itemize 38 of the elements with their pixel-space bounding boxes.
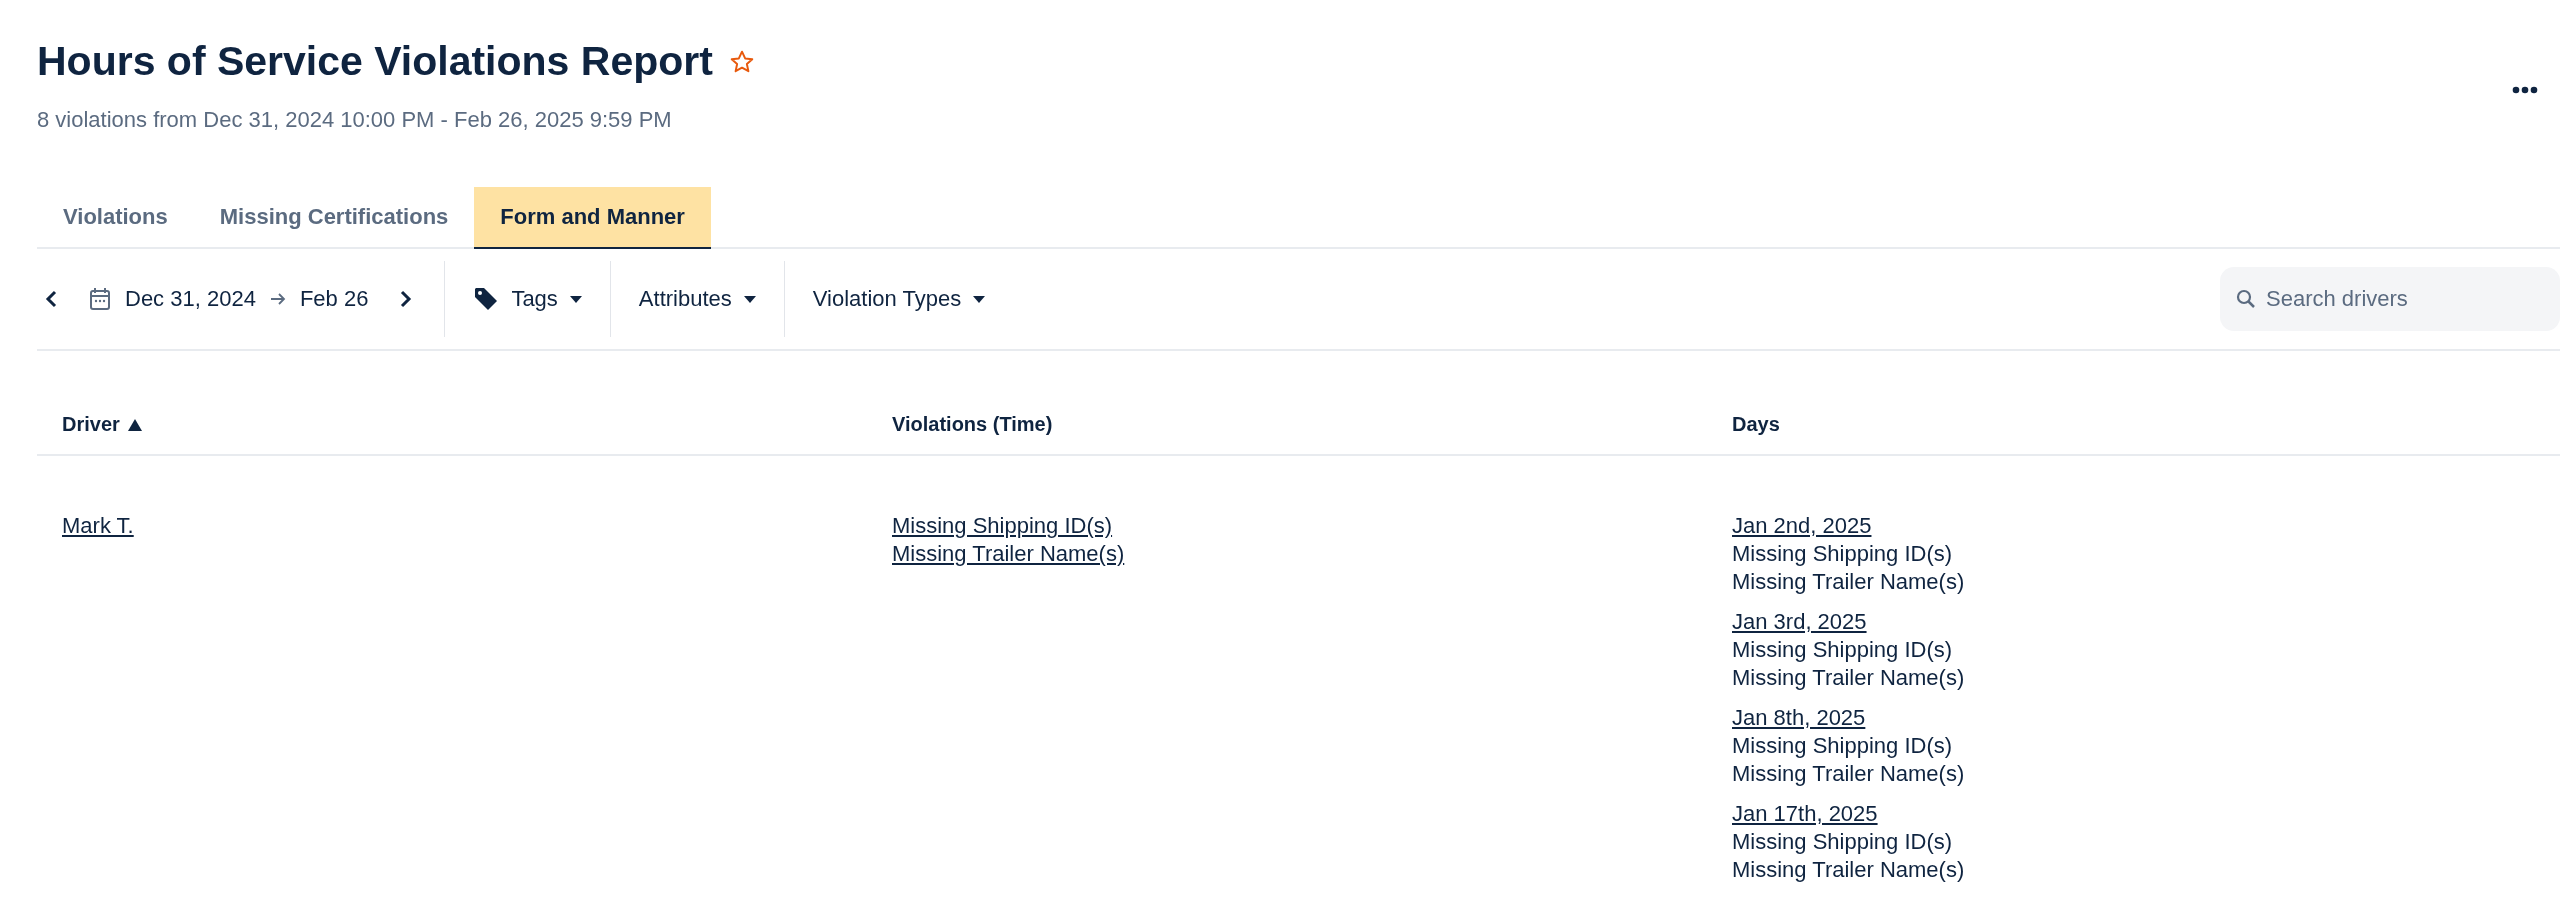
day-link[interactable]: Jan 17th, 2025 (1732, 800, 1878, 828)
page-title: Hours of Service Violations Report (37, 38, 713, 85)
start-date[interactable]: Dec 31, 2024 (125, 286, 256, 312)
column-header: Days (1732, 413, 1780, 436)
violation-text: Missing Shipping ID(s) (1732, 732, 1953, 760)
driver-link[interactable]: Mark T. (62, 512, 134, 540)
violation-text: Missing Trailer Name(s) (1732, 664, 1965, 692)
violation-text: Missing Trailer Name(s) (1732, 568, 1965, 596)
filter-dropdown[interactable]: Violation Types (784, 278, 1014, 320)
report-subtitle: 8 violations from Dec 31, 2024 10:00 PM - Feb 26, 2025 9:59 PM (37, 107, 672, 133)
search-field[interactable]: Search drivers (2220, 267, 2560, 331)
column-header[interactable]: Driver (62, 413, 120, 436)
end-date[interactable]: Feb 26 (299, 286, 369, 312)
caret-icon (743, 295, 756, 303)
filter-dropdown[interactable]: Attributes (610, 278, 784, 320)
more-options-icon[interactable] (2512, 86, 2538, 94)
star-icon[interactable] (728, 48, 755, 75)
violation-text: Missing Trailer Name(s) (1732, 856, 1965, 884)
tab[interactable]: Missing Certifications (193, 187, 475, 249)
violation-text: Missing Shipping ID(s) (1732, 828, 1953, 856)
day-link[interactable]: Jan 8th, 2025 (1732, 704, 1866, 732)
caret-icon (569, 295, 582, 303)
day-link[interactable]: Jan 3rd, 2025 (1732, 608, 1867, 636)
tab[interactable]: Violations (37, 187, 194, 249)
arrow-icon (269, 292, 286, 306)
violation-link[interactable]: Missing Shipping ID(s) (892, 512, 1113, 540)
caret-icon (973, 295, 986, 303)
calendar-icon[interactable] (89, 287, 111, 311)
tab[interactable]: Form and Manner (474, 187, 711, 249)
violation-link[interactable]: Missing Trailer Name(s) (892, 540, 1125, 568)
filter-dropdown[interactable]: Tags (445, 278, 610, 320)
day-link[interactable]: Jan 2nd, 2025 (1732, 512, 1872, 540)
tag-icon (473, 286, 500, 312)
violation-text: Missing Shipping ID(s) (1732, 540, 1953, 568)
violation-text: Missing Trailer Name(s) (1732, 760, 1965, 788)
search-icon (2236, 289, 2256, 309)
violation-text: Missing Shipping ID(s) (1732, 636, 1953, 664)
column-header: Violations (Time) (892, 413, 1053, 436)
